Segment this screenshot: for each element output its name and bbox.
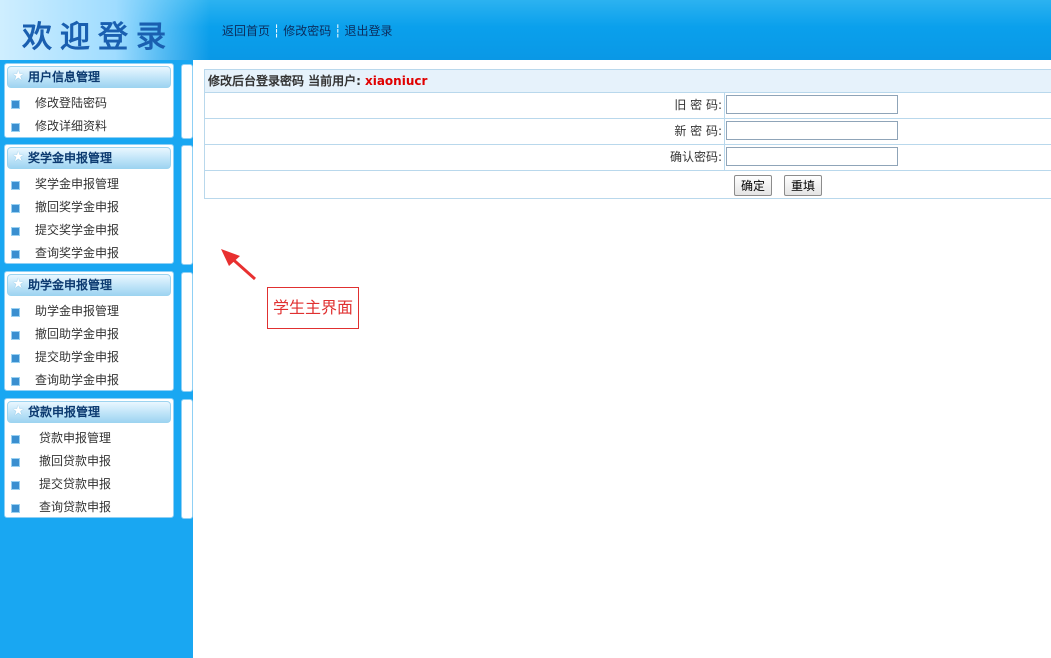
new-password-label: 新 密 码: (205, 119, 725, 144)
item-label: 贷款申报管理 (39, 431, 112, 445)
item-label: 查询助学金申报 (35, 373, 120, 387)
section-header[interactable]: ★ 助学金申报管理 (7, 274, 171, 296)
star-icon: ★ (12, 68, 25, 84)
item-label: 修改登陆密码 (35, 96, 108, 110)
section-title: 助学金申报管理 (28, 278, 113, 292)
panel-edge (181, 272, 193, 392)
sidebar-section-loan: ★ 贷款申报管理 贷款申报管理 撤回贷款申报 提交贷款申报 查询贷款申报 (4, 398, 193, 519)
sidebar-section-grant: ★ 助学金申报管理 助学金申报管理 撤回助学金申报 提交助学金申报 查询助学金申报 (4, 271, 193, 392)
sidebar-item-change-login-password[interactable]: 修改登陆密码 (5, 92, 173, 115)
square-bullet-icon (11, 181, 20, 190)
section-title: 贷款申报管理 (28, 405, 101, 419)
sidebar-item-scholarship-submit[interactable]: 提交奖学金申报 (5, 219, 173, 242)
section-header[interactable]: ★ 贷款申报管理 (7, 401, 171, 423)
sidebar-item-grant-submit[interactable]: 提交助学金申报 (5, 346, 173, 369)
header-links: 返回首页 ┆ 修改密码 ┆ 退出登录 (222, 22, 393, 39)
item-label: 查询奖学金申报 (35, 246, 120, 260)
page-title: 欢迎登录 (22, 20, 174, 55)
panel-edge (181, 64, 193, 139)
square-bullet-icon (11, 354, 20, 363)
square-bullet-icon (11, 204, 20, 213)
item-label: 查询贷款申报 (39, 500, 112, 514)
square-bullet-icon (11, 458, 20, 467)
square-bullet-icon (11, 331, 20, 340)
item-label: 提交助学金申报 (35, 350, 120, 364)
section-title: 用户信息管理 (28, 70, 101, 84)
change-password-form: 修改后台登录密码 当前用户: xiaoniucr 旧 密 码: 新 密 码: 确认… (204, 69, 1051, 199)
sidebar-section-user-info: ★ 用户信息管理 修改登陆密码 修改详细资料 (4, 63, 193, 139)
sidebar-item-scholarship-query[interactable]: 查询奖学金申报 (5, 242, 173, 265)
submit-button[interactable]: 确定 (734, 175, 773, 196)
square-bullet-icon (11, 435, 20, 444)
red-arrow-icon (221, 249, 256, 281)
item-label: 撤回助学金申报 (35, 327, 120, 341)
confirm-password-row: 确认密码: (205, 145, 1051, 171)
panel-edge (181, 145, 193, 265)
form-buttons-row: 确定 重填 (205, 171, 1051, 199)
star-icon: ★ (12, 276, 25, 292)
item-label: 提交贷款申报 (39, 477, 112, 491)
sidebar-item-loan-submit[interactable]: 提交贷款申报 (5, 473, 173, 496)
old-password-row: 旧 密 码: (205, 93, 1051, 119)
top-header: 欢迎登录 返回首页 ┆ 修改密码 ┆ 退出登录 (0, 0, 1051, 60)
star-icon: ★ (12, 149, 25, 165)
item-label: 撤回奖学金申报 (35, 200, 120, 214)
sidebar-item-scholarship-manage[interactable]: 奖学金申报管理 (5, 173, 173, 196)
change-password-link[interactable]: 修改密码 (283, 24, 331, 38)
section-title: 奖学金申报管理 (28, 151, 113, 165)
confirm-password-input[interactable] (726, 147, 898, 166)
square-bullet-icon (11, 227, 20, 236)
item-label: 撤回贷款申报 (39, 454, 112, 468)
square-bullet-icon (11, 504, 20, 513)
sidebar: ★ 用户信息管理 修改登陆密码 修改详细资料 ★ 奖学金申报管理 奖学金申报管理 撤… (0, 60, 193, 658)
sidebar-item-loan-manage[interactable]: 贷款申报管理 (5, 427, 173, 450)
current-username: xiaoniucr (364, 74, 428, 88)
square-bullet-icon (11, 100, 20, 109)
square-bullet-icon (11, 481, 20, 490)
link-separator: ┆ (334, 24, 342, 38)
item-label: 修改详细资料 (35, 119, 108, 133)
square-bullet-icon (11, 308, 20, 317)
sidebar-item-loan-query[interactable]: 查询贷款申报 (5, 496, 173, 519)
item-label: 助学金申报管理 (35, 304, 120, 318)
section-header[interactable]: ★ 用户信息管理 (7, 66, 171, 88)
annotation-label: 学生主界面 (267, 287, 359, 329)
sidebar-section-scholarship: ★ 奖学金申报管理 奖学金申报管理 撤回奖学金申报 提交奖学金申报 查询奖学金申报 (4, 144, 193, 265)
section-header[interactable]: ★ 奖学金申报管理 (7, 147, 171, 169)
reset-button[interactable]: 重填 (784, 175, 823, 196)
square-bullet-icon (11, 250, 20, 259)
confirm-password-label: 确认密码: (205, 145, 725, 170)
sidebar-item-edit-profile[interactable]: 修改详细资料 (5, 115, 173, 138)
sidebar-item-grant-manage[interactable]: 助学金申报管理 (5, 300, 173, 323)
item-label: 奖学金申报管理 (35, 177, 120, 191)
square-bullet-icon (11, 377, 20, 386)
form-heading: 修改后台登录密码 当前用户: xiaoniucr (205, 70, 1051, 93)
link-separator: ┆ (273, 24, 281, 38)
home-link[interactable]: 返回首页 (222, 24, 270, 38)
old-password-input[interactable] (726, 95, 898, 114)
sidebar-item-scholarship-withdraw[interactable]: 撤回奖学金申报 (5, 196, 173, 219)
sidebar-item-grant-withdraw[interactable]: 撤回助学金申报 (5, 323, 173, 346)
logout-link[interactable]: 退出登录 (345, 24, 393, 38)
sidebar-item-grant-query[interactable]: 查询助学金申报 (5, 369, 173, 392)
star-icon: ★ (12, 403, 25, 419)
form-heading-text: 修改后台登录密码 当前用户: (208, 74, 361, 88)
new-password-row: 新 密 码: (205, 119, 1051, 145)
new-password-input[interactable] (726, 121, 898, 140)
item-label: 提交奖学金申报 (35, 223, 120, 237)
panel-edge (181, 399, 193, 519)
square-bullet-icon (11, 123, 20, 132)
old-password-label: 旧 密 码: (205, 93, 725, 118)
sidebar-item-loan-withdraw[interactable]: 撤回贷款申报 (5, 450, 173, 473)
